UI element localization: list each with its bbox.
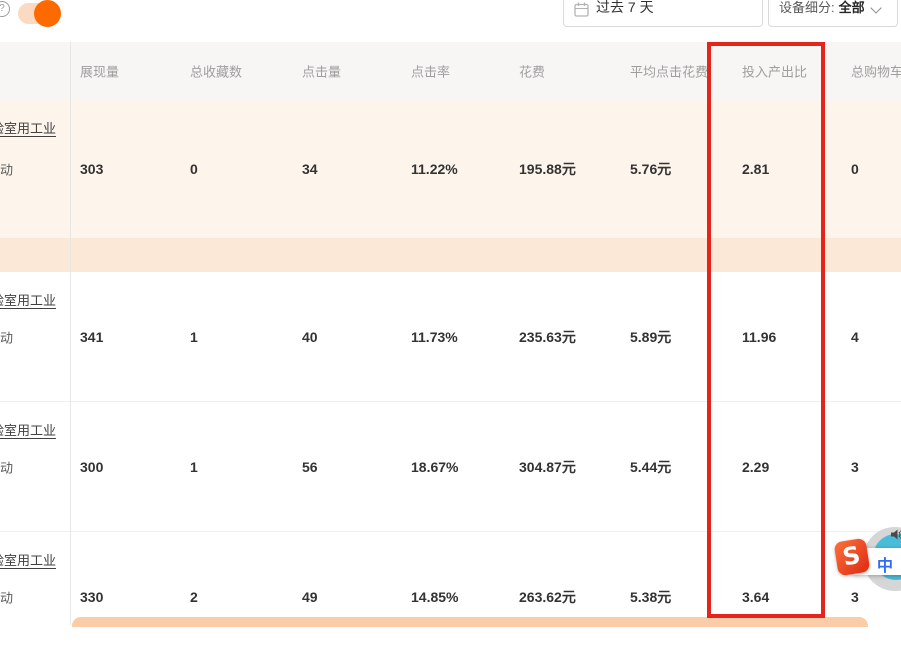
table-row: 验室用工业动33024914.85%263.62元5.38元3.643	[0, 532, 901, 662]
cell-c8: 4	[851, 329, 859, 345]
cell-c6: 5.76元	[630, 159, 671, 179]
table-row: 验室用工业动 341 1 40 11.73% 235.63元 5.89元 11.96 4	[0, 272, 901, 402]
cell-c7: 3.64	[742, 589, 769, 605]
cell-c4: 11.73%	[411, 329, 458, 345]
calendar-icon	[574, 2, 589, 17]
cell-c2: 2	[190, 589, 198, 605]
cell-c3: 40	[302, 329, 318, 345]
device-filter-label: 设备细分:	[779, 0, 835, 16]
column-header-ctr[interactable]: 点击率	[411, 62, 450, 81]
row-name-link[interactable]: 验室用工业	[0, 118, 56, 137]
row-subtext: 动	[0, 457, 13, 476]
column-header-roi[interactable]: 投入产出比	[742, 62, 807, 81]
cell-c8: 0	[851, 161, 859, 177]
chevron-down-icon	[870, 2, 881, 13]
cell-c5: 235.63元	[519, 327, 576, 347]
ime-toolbar[interactable]: 中 S	[830, 522, 901, 602]
column-header-favorites[interactable]: 总收藏数	[190, 62, 242, 81]
device-filter-dropdown[interactable]: 设备细分: 全部	[768, 0, 898, 27]
toggle-switch[interactable]	[18, 3, 58, 24]
date-range-value: 过去 7 天	[596, 0, 654, 17]
speaker-icon[interactable]	[890, 528, 901, 541]
cell-c3: 56	[302, 459, 318, 475]
cell-c7: 11.96	[742, 329, 776, 345]
cell-c7: 2.81	[742, 161, 769, 177]
cell-c5: 263.62元	[519, 587, 576, 607]
row-subtext: 动	[0, 588, 13, 607]
cell-c4: 11.22%	[411, 161, 458, 177]
cell-c7: 2.29	[742, 459, 769, 475]
cell-c1: 303	[80, 161, 103, 177]
sogou-logo[interactable]: S	[834, 538, 871, 577]
table-header: 展现量 总收藏数 点击量 点击率 花费 平均点击花费 投入产出比 总购物车数	[0, 42, 901, 100]
bottom-highlight-strip	[72, 617, 868, 627]
cell-c3: 34	[302, 161, 318, 177]
column-header-clicks[interactable]: 点击量	[302, 62, 341, 81]
column-header-avg-cpc[interactable]: 平均点击花费	[630, 62, 708, 81]
cell-c1: 330	[80, 589, 103, 605]
device-filter-value: 全部	[839, 0, 865, 16]
cell-c1: 341	[80, 329, 103, 345]
table-row: 验室用工业动 300 1 56 18.67% 304.87元 5.44元 2.29 3	[0, 402, 901, 532]
cell-c5: 304.87元	[519, 457, 576, 477]
row-name-link[interactable]: 验室用工业	[0, 550, 56, 569]
column-header-cart-total[interactable]: 总购物车数	[851, 62, 901, 81]
cell-c6: 5.89元	[630, 327, 671, 347]
cell-c4: 14.85%	[411, 589, 458, 605]
cell-c2: 1	[190, 329, 198, 345]
column-header-impressions[interactable]: 展现量	[80, 62, 119, 81]
row-subtext: 动	[0, 327, 13, 346]
row-subtext: 动	[0, 160, 13, 179]
table-row: 验室用工业动 303 0 34 11.22% 195.88元 5.76元 2.81 0	[0, 100, 901, 238]
cell-c2: 0	[190, 161, 198, 177]
ime-language-indicator[interactable]: 中	[877, 552, 893, 576]
toggle-knob	[34, 0, 61, 27]
cell-c4: 18.67%	[411, 459, 458, 475]
cell-c3: 49	[302, 589, 318, 605]
row-name-link[interactable]: 验室用工业	[0, 290, 56, 309]
date-range-picker[interactable]: 过去 7 天	[563, 0, 763, 27]
help-icon[interactable]: ?	[0, 1, 10, 17]
cell-c8: 3	[851, 459, 859, 475]
cell-c2: 1	[190, 459, 198, 475]
column-divider	[70, 42, 71, 625]
cell-c6: 5.44元	[630, 457, 671, 477]
row-name-link[interactable]: 验室用工业	[0, 420, 56, 439]
cell-c6: 5.38元	[630, 587, 671, 607]
column-header-spend[interactable]: 花费	[519, 62, 545, 81]
cell-c5: 195.88元	[519, 159, 576, 179]
highlight-band	[0, 238, 901, 272]
cell-c1: 300	[80, 459, 103, 475]
